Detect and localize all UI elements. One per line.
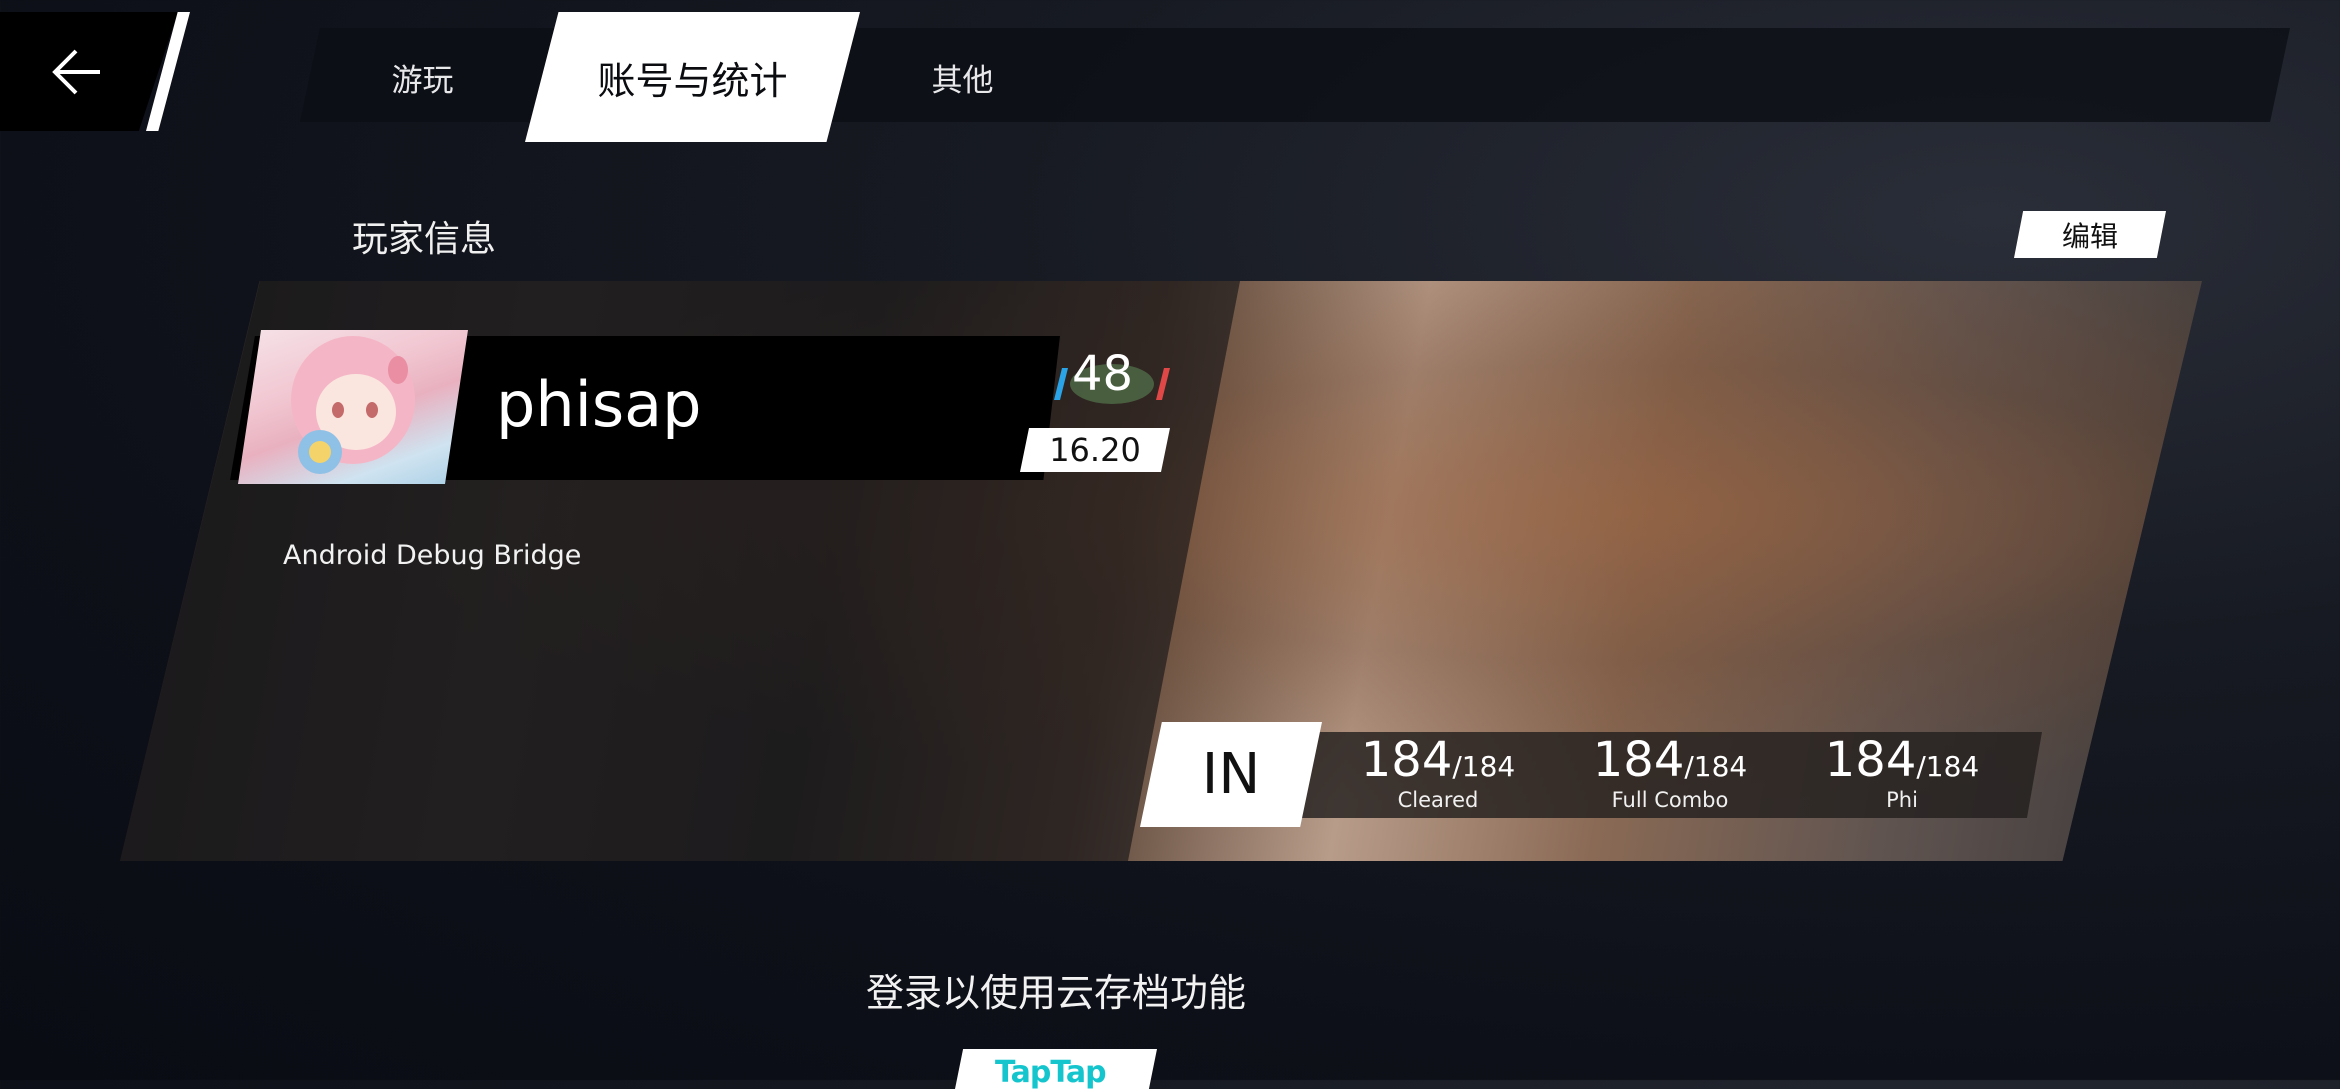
difficulty-label: IN <box>1201 742 1261 807</box>
edit-button[interactable]: 编辑 <box>2014 211 2166 258</box>
tab-account-stats[interactable]: 账号与统计 <box>525 12 860 142</box>
stat-phi-total: /184 <box>1916 750 1980 783</box>
rks-label: 16.20 <box>1049 431 1141 469</box>
player-name: phisap <box>496 368 702 441</box>
tab-play[interactable]: 游玩 <box>360 12 485 142</box>
tab-other-label: 其他 <box>931 62 994 99</box>
stat-cleared: 184/184 Cleared <box>1348 732 1528 812</box>
stat-fc-label: Full Combo <box>1611 788 1729 812</box>
difficulty-selector[interactable]: IN <box>1140 722 1322 827</box>
stat-fc-value: 184 <box>1592 732 1685 788</box>
taptap-login-button[interactable]: TapTap <box>955 1049 1157 1089</box>
tab-account-label: 账号与统计 <box>597 58 788 103</box>
rks-value: 16.20 <box>1020 428 1170 472</box>
stat-phi: 184/184 Phi <box>1812 732 1992 812</box>
player-level: 48 <box>1072 346 1134 402</box>
stat-cleared-total: /184 <box>1452 750 1516 783</box>
stat-cleared-label: Cleared <box>1397 788 1479 812</box>
stat-phi-label: Phi <box>1886 788 1918 812</box>
tab-other[interactable]: 其他 <box>900 12 1025 142</box>
stat-full-combo: 184/184 Full Combo <box>1580 732 1760 812</box>
back-arrow-icon[interactable] <box>50 45 104 99</box>
edit-button-label: 编辑 <box>2061 219 2118 253</box>
player-bio: Android Debug Bridge <box>283 540 582 571</box>
cloud-save-title: 登录以使用云存档功能 <box>866 971 1247 1015</box>
stat-cleared-value: 184 <box>1360 732 1453 788</box>
taptap-logo-text: TapTap <box>995 1055 1107 1089</box>
stat-fc-total: /184 <box>1684 750 1748 783</box>
tab-play-label: 游玩 <box>391 62 454 99</box>
avatar[interactable] <box>238 330 468 484</box>
avatar-image <box>291 336 415 474</box>
section-title: 玩家信息 <box>352 219 497 260</box>
stat-phi-value: 184 <box>1824 732 1917 788</box>
